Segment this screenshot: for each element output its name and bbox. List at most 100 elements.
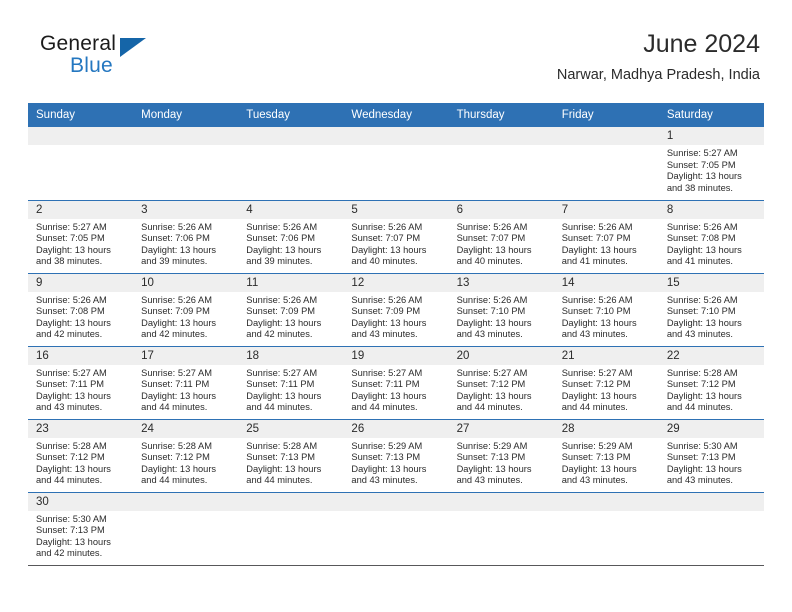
calendar-day-cell[interactable]: 13 Sunrise: 5:26 AM Sunset: 7:10 PM Dayligh… [448,273,554,347]
calendar-day-cell[interactable]: 1 Sunrise: 5:27 AM Sunset: 7:05 PM Daylight… [658,127,764,201]
day-number-band [238,127,344,145]
sunrise-text: Sunrise: 5:28 AM [36,440,107,451]
calendar-cell-empty [553,127,659,201]
daylight-text-line2: and 38 minutes. [666,182,733,193]
day-detail-block: Sunrise: 5:27 AM Sunset: 7:11 PM Daylight:… [238,365,343,414]
sunset-text: Sunset: 7:10 PM [456,306,526,317]
daylight-text-line1: Daylight: 13 hours [36,390,111,401]
calendar-day-cell[interactable]: 8 Sunrise: 5:26 AM Sunset: 7:08 PM Daylight… [658,200,764,274]
day-number: 16 [28,346,134,365]
day-detail-block: Sunrise: 5:28 AM Sunset: 7:13 PM Daylight:… [238,438,343,487]
sunset-text: Sunset: 7:08 PM [666,233,736,244]
calendar-day-cell[interactable]: 4 Sunrise: 5:26 AM Sunset: 7:06 PM Daylight… [238,200,344,274]
sunset-text: Sunset: 7:12 PM [456,379,526,390]
sunrise-text: Sunrise: 5:27 AM [36,367,107,378]
day-number-band [133,127,239,145]
daylight-text-line2: and 39 minutes. [141,256,208,267]
calendar-day-cell[interactable]: 3 Sunrise: 5:26 AM Sunset: 7:06 PM Daylight… [133,200,239,274]
calendar-day-cell[interactable]: 7 Sunrise: 5:26 AM Sunset: 7:07 PM Daylight… [553,200,659,274]
calendar-day-cell[interactable]: 26 Sunrise: 5:29 AM Sunset: 7:13 PM Dayligh… [343,419,449,493]
calendar-day-cell[interactable]: 2 Sunrise: 5:27 AM Sunset: 7:05 PM Daylight… [28,200,134,274]
calendar-day-cell[interactable]: 14 Sunrise: 5:26 AM Sunset: 7:10 PM Dayligh… [553,273,659,347]
weekday-header-wednesday: Wednesday [343,103,449,127]
calendar-week-row: 2 Sunrise: 5:27 AM Sunset: 7:05 PM Daylight… [28,200,764,274]
daylight-text-line1: Daylight: 13 hours [351,463,427,474]
day-detail-block: Sunrise: 5:26 AM Sunset: 7:09 PM Daylight:… [343,292,448,341]
sunset-text: Sunset: 7:11 PM [351,379,420,390]
calendar-day-cell[interactable]: 20 Sunrise: 5:27 AM Sunset: 7:12 PM Dayligh… [448,346,554,420]
daylight-text-line1: Daylight: 13 hours [561,463,637,474]
sunrise-text: Sunrise: 5:27 AM [561,367,633,378]
day-detail-block: Sunrise: 5:29 AM Sunset: 7:13 PM Daylight:… [343,438,448,487]
daylight-text-line2: and 44 minutes. [141,402,208,413]
day-detail-block: Sunrise: 5:29 AM Sunset: 7:13 PM Daylight:… [449,438,554,487]
sunset-text: Sunset: 7:07 PM [351,233,421,244]
sunset-text: Sunset: 7:11 PM [36,379,105,390]
daylight-text-line2: and 43 minutes. [666,475,733,486]
daylight-text-line1: Daylight: 13 hours [36,317,111,328]
day-number: 7 [553,200,659,219]
daylight-text-line1: Daylight: 13 hours [36,463,111,474]
calendar-week-row: 16 Sunrise: 5:27 AM Sunset: 7:11 PM Dayligh… [28,346,764,420]
calendar-day-cell[interactable]: 6 Sunrise: 5:26 AM Sunset: 7:07 PM Daylight… [448,200,554,274]
sunset-text: Sunset: 7:13 PM [246,452,316,463]
calendar-day-cell[interactable]: 23 Sunrise: 5:28 AM Sunset: 7:12 PM Dayligh… [28,419,134,493]
calendar-day-cell[interactable]: 28 Sunrise: 5:29 AM Sunset: 7:13 PM Dayligh… [553,419,659,493]
day-number: 9 [28,273,134,292]
calendar-day-cell[interactable]: 5 Sunrise: 5:26 AM Sunset: 7:07 PM Daylight… [343,200,449,274]
daylight-text-line2: and 43 minutes. [351,329,418,340]
day-number: 18 [238,346,344,365]
calendar-day-cell[interactable]: 17 Sunrise: 5:27 AM Sunset: 7:11 PM Dayligh… [133,346,239,420]
brand-logo[interactable]: General Blue [40,32,220,90]
calendar-day-cell[interactable]: 12 Sunrise: 5:26 AM Sunset: 7:09 PM Dayligh… [343,273,449,347]
day-detail-block: Sunrise: 5:26 AM Sunset: 7:06 PM Daylight:… [133,219,238,268]
logo-text-blue: Blue [70,54,113,77]
sunset-text: Sunset: 7:09 PM [246,306,316,317]
sunrise-text: Sunrise: 5:26 AM [351,294,423,305]
sunset-text: Sunset: 7:09 PM [141,306,210,317]
calendar-day-cell[interactable]: 29 Sunrise: 5:30 AM Sunset: 7:13 PM Dayligh… [658,419,764,493]
day-number: 25 [238,419,344,438]
calendar-day-cell[interactable]: 21 Sunrise: 5:27 AM Sunset: 7:12 PM Dayligh… [553,346,659,420]
daylight-text-line2: and 44 minutes. [36,475,103,486]
daylight-text-line1: Daylight: 13 hours [561,317,637,328]
sunrise-text: Sunrise: 5:26 AM [246,294,318,305]
daylight-text-line2: and 44 minutes. [246,475,313,486]
calendar-day-cell[interactable]: 15 Sunrise: 5:26 AM Sunset: 7:10 PM Dayligh… [658,273,764,347]
logo-text-general: General [40,32,117,55]
day-detail-block: Sunrise: 5:28 AM Sunset: 7:12 PM Daylight:… [659,365,764,414]
sunrise-text: Sunrise: 5:29 AM [456,440,528,451]
calendar-day-cell[interactable]: 19 Sunrise: 5:27 AM Sunset: 7:11 PM Dayligh… [343,346,449,420]
calendar-cell-empty [238,492,344,566]
sunrise-text: Sunrise: 5:27 AM [666,148,738,158]
title-block: June 2024 Narwar, Madhya Pradesh, India [557,28,760,86]
calendar-day-cell[interactable]: 16 Sunrise: 5:27 AM Sunset: 7:11 PM Dayligh… [28,346,134,420]
day-number: 2 [28,200,134,219]
daylight-text-line2: and 44 minutes. [351,402,418,413]
calendar-cell-empty [28,127,134,201]
calendar-day-cell[interactable]: 18 Sunrise: 5:27 AM Sunset: 7:11 PM Dayligh… [238,346,344,420]
daylight-text-line1: Daylight: 13 hours [351,390,427,401]
day-number-band [553,492,659,511]
daylight-text-line1: Daylight: 13 hours [246,244,322,255]
calendar-day-cell[interactable]: 24 Sunrise: 5:28 AM Sunset: 7:12 PM Dayligh… [133,419,239,493]
calendar-day-cell[interactable]: 30 Sunrise: 5:30 AM Sunset: 7:13 PM Dayligh… [28,492,134,566]
calendar-day-cell[interactable]: 25 Sunrise: 5:28 AM Sunset: 7:13 PM Dayligh… [238,419,344,493]
calendar-day-cell[interactable]: 22 Sunrise: 5:28 AM Sunset: 7:12 PM Dayligh… [658,346,764,420]
sunset-text: Sunset: 7:11 PM [141,379,210,390]
calendar-day-cell[interactable]: 11 Sunrise: 5:26 AM Sunset: 7:09 PM Dayligh… [238,273,344,347]
sunset-text: Sunset: 7:12 PM [666,379,736,390]
daylight-text-line1: Daylight: 13 hours [666,171,742,182]
weekday-header-saturday: Saturday [658,103,764,127]
calendar-cell-empty [448,492,554,566]
daylight-text-line1: Daylight: 13 hours [36,244,111,255]
daylight-text-line2: and 42 minutes. [36,329,103,340]
daylight-text-line2: and 44 minutes. [141,475,208,486]
calendar-day-cell[interactable]: 10 Sunrise: 5:26 AM Sunset: 7:09 PM Dayligh… [133,273,239,347]
calendar-day-cell[interactable]: 27 Sunrise: 5:29 AM Sunset: 7:13 PM Dayligh… [448,419,554,493]
day-detail-block: Sunrise: 5:27 AM Sunset: 7:05 PM Daylight:… [28,219,133,268]
calendar-day-cell[interactable]: 9 Sunrise: 5:26 AM Sunset: 7:08 PM Daylight… [28,273,134,347]
sunset-text: Sunset: 7:09 PM [351,306,421,317]
day-detail-block: Sunrise: 5:27 AM Sunset: 7:12 PM Daylight:… [449,365,554,414]
day-number: 19 [343,346,449,365]
